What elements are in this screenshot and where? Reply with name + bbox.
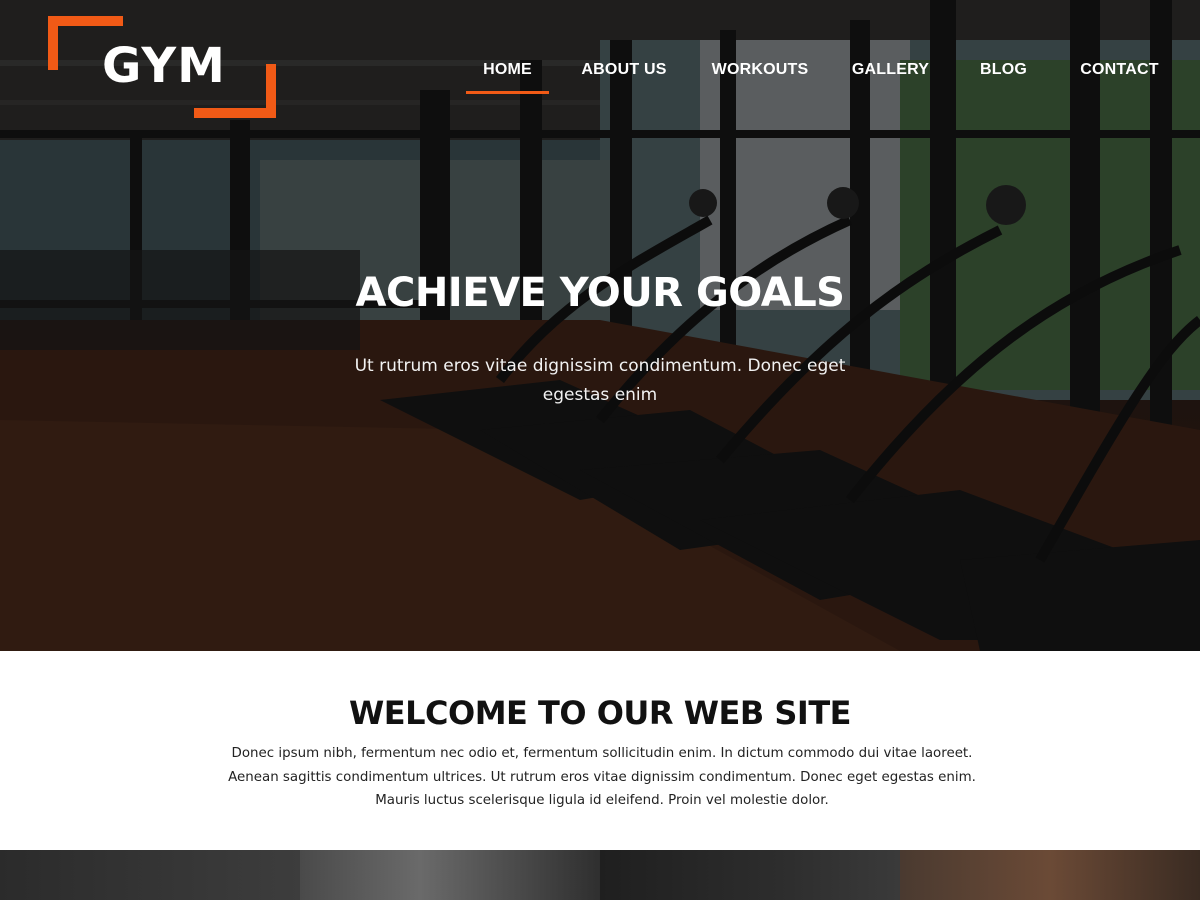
nav-item-about-us[interactable]: ABOUT US (549, 58, 699, 94)
nav-item-home[interactable]: HOME (466, 58, 549, 94)
logo-corner-bottom-right (194, 108, 276, 118)
logo-corner-top-left-vertical (48, 16, 58, 70)
nav-item-blog[interactable]: BLOG (960, 58, 1047, 94)
logo-text: GYM (102, 38, 226, 94)
gallery-strip (0, 850, 1200, 900)
gallery-image[interactable] (900, 850, 1200, 900)
gallery-image[interactable] (300, 850, 600, 900)
gallery-image[interactable] (600, 850, 900, 900)
logo-corner-bottom-right-vertical (266, 64, 276, 118)
site-logo[interactable]: GYM (48, 16, 276, 118)
hero-section: GYM HOME ABOUT US WORKOUTS GALLERY BLOG … (0, 0, 1200, 651)
welcome-text: Donec ipsum nibh, fermentum nec odio et,… (228, 746, 976, 808)
nav-item-contact[interactable]: CONTACT (1047, 58, 1192, 94)
nav-item-gallery[interactable]: GALLERY (821, 58, 960, 94)
nav-item-workouts[interactable]: WORKOUTS (699, 58, 821, 94)
logo-corner-top-left (48, 16, 123, 26)
welcome-title: WELCOME TO OUR WEB SITE (348, 694, 852, 732)
hero-subtitle: Ut rutrum eros vitae dignissim condiment… (354, 356, 846, 405)
main-navigation: HOME ABOUT US WORKOUTS GALLERY BLOG CONT… (466, 58, 1192, 94)
hero-title: ACHIEVE YOUR GOALS (355, 270, 845, 316)
gallery-image[interactable] (0, 850, 300, 900)
